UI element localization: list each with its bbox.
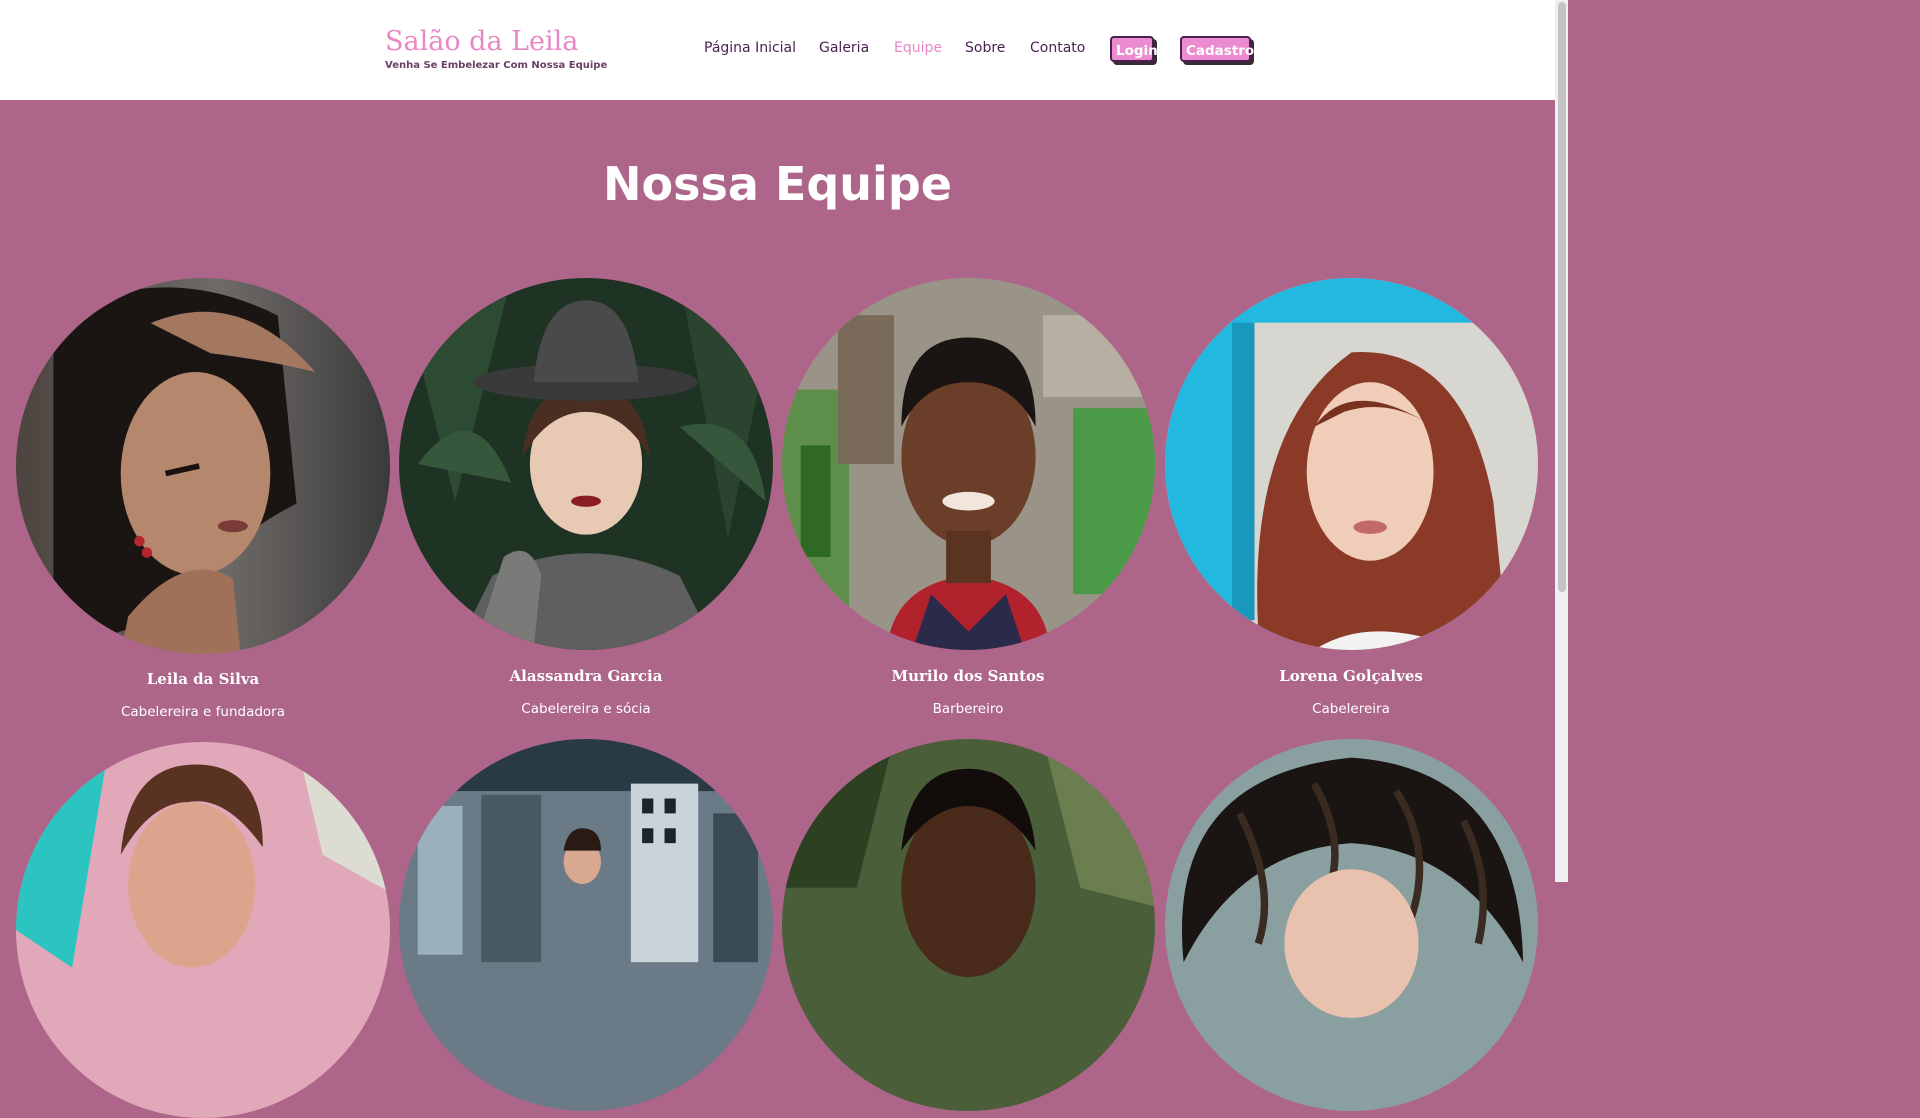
- site-title[interactable]: Salão da Leila: [385, 26, 578, 57]
- team-member-role: Cabelereira e sócia: [521, 701, 651, 717]
- team-member-photo: [1165, 278, 1538, 650]
- signup-button[interactable]: Cadastro: [1180, 36, 1254, 62]
- team-member-name: Alassandra Garcia: [509, 667, 663, 685]
- team-member-role: Barbereiro: [932, 701, 1004, 717]
- team-member-photo: [1165, 739, 1538, 1111]
- team-member-photo: [399, 278, 773, 650]
- team-member-photo: [16, 278, 390, 654]
- team-member-role: Cabelereira e fundadora: [120, 704, 285, 720]
- nav-link-contact[interactable]: Contato: [1030, 40, 1085, 56]
- team-member-role: Cabelereira: [1312, 701, 1390, 717]
- nav-link-home[interactable]: Página Inicial: [704, 40, 796, 56]
- team-section-title: Nossa Equipe: [603, 157, 952, 211]
- scrollbar-thumb[interactable]: [1558, 2, 1566, 592]
- site-header: Salão da Leila Venha Se Embelezar Com No…: [0, 0, 1555, 100]
- team-member-name: Leila da Silva: [146, 670, 260, 688]
- team-member-name: Murilo dos Santos: [891, 667, 1045, 685]
- page-scrollbar[interactable]: [1555, 0, 1568, 882]
- nav-link-gallery[interactable]: Galeria: [819, 40, 869, 56]
- nav-link-team[interactable]: Equipe: [894, 40, 942, 56]
- team-member-photo: [782, 278, 1155, 650]
- team-member-photo: [399, 739, 773, 1111]
- team-member-name: Lorena Golçalves: [1279, 667, 1423, 685]
- nav-link-about[interactable]: Sobre: [965, 40, 1005, 56]
- team-member-photo: [16, 742, 390, 1118]
- site-tagline: Venha Se Embelezar Com Nossa Equipe: [385, 60, 608, 71]
- team-member-photo: [782, 739, 1155, 1111]
- login-button[interactable]: Login: [1110, 36, 1158, 62]
